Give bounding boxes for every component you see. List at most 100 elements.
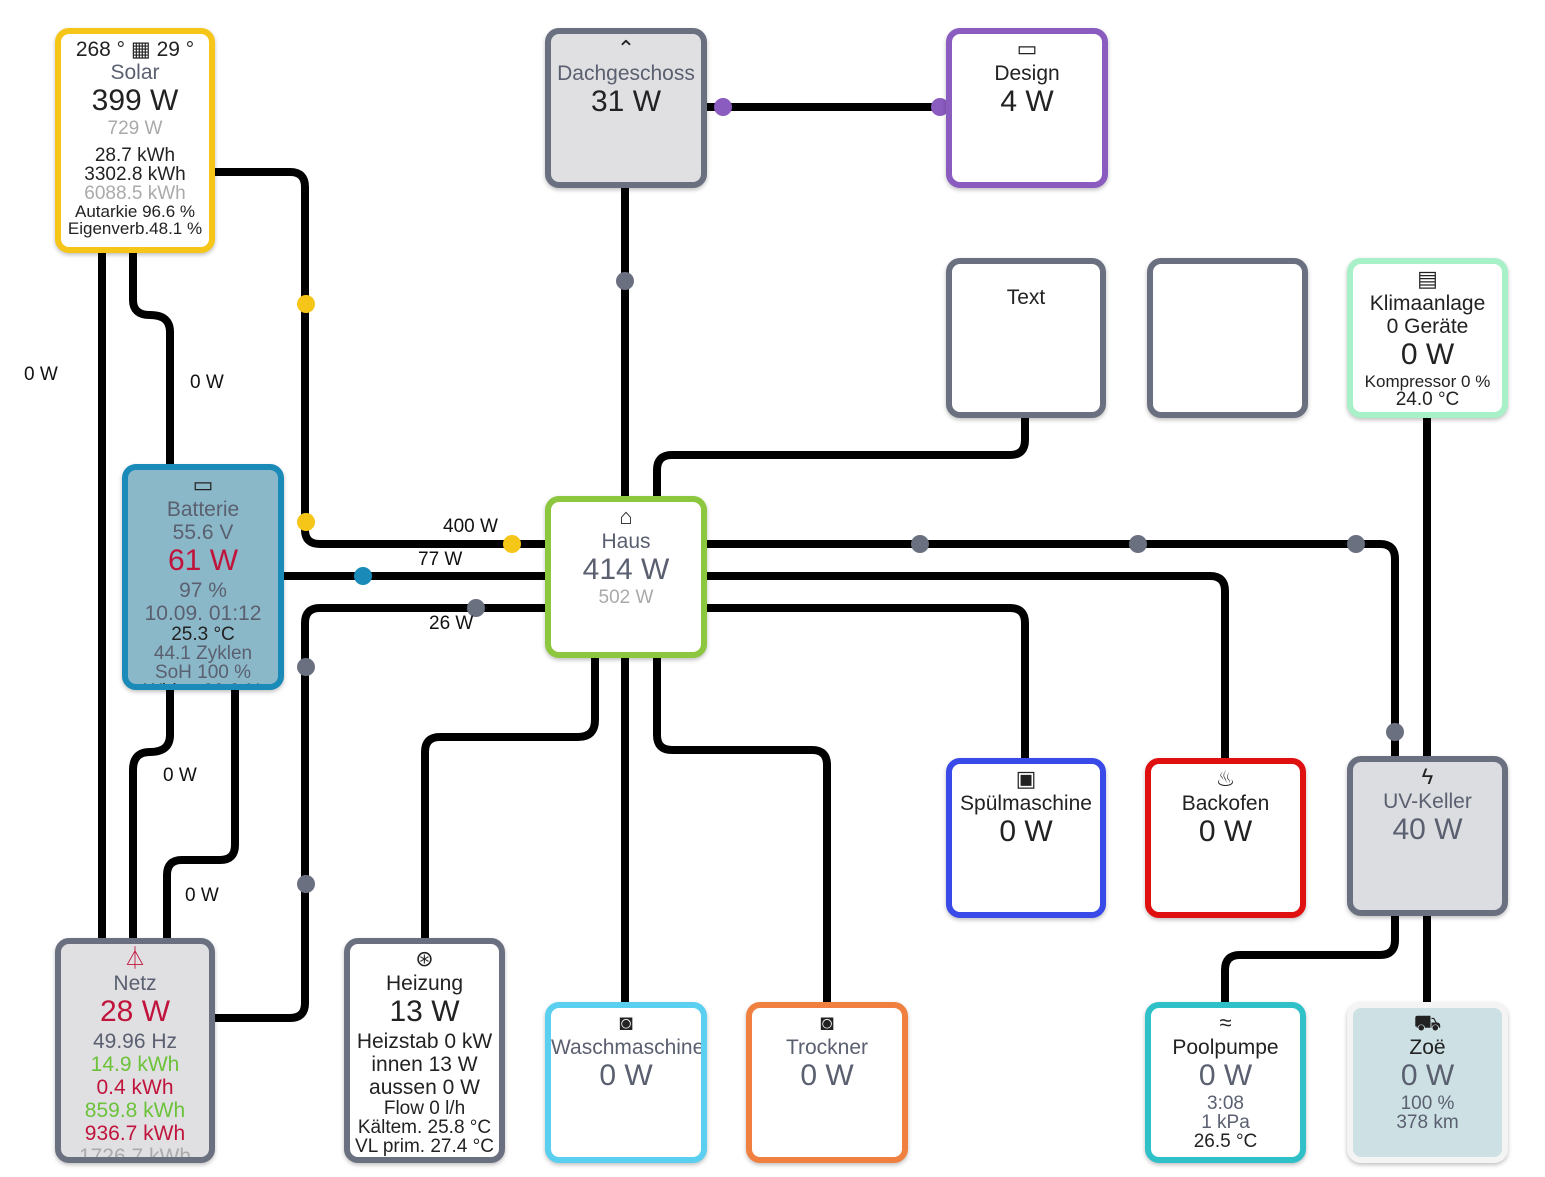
heizung-line: Heizstab 0 kW	[356, 1029, 493, 1053]
batterie-line: 97 %	[179, 578, 227, 602]
solar-line: Eigenverb.48.1 %	[67, 218, 203, 238]
backofen-line: 0 W	[1198, 815, 1253, 849]
flow-dot	[1347, 535, 1365, 553]
line-home-backofen	[707, 572, 1229, 758]
node-haus[interactable]: ⌂ Haus 414 W 502 W	[545, 496, 707, 658]
flow-dot	[503, 535, 521, 553]
flow-dot	[297, 295, 315, 313]
netz-line: 28 W	[99, 995, 171, 1029]
battery-icon: ▭	[192, 472, 214, 497]
node-waschmaschine[interactable]: ◙ Waschmaschine 0 W	[545, 1002, 707, 1163]
solar-line: 268 ° ▦ 29 °	[75, 38, 195, 61]
flow-label-grid-home: 26 W	[429, 613, 474, 634]
poolpumpe-line: 1 kPa	[1201, 1111, 1250, 1133]
haus-line: 502 W	[598, 586, 654, 608]
node-design[interactable]: ▭ Design 4 W	[946, 28, 1108, 188]
node-spuelmaschine[interactable]: ▣ Spülmaschine 0 W	[946, 758, 1106, 918]
line-home-spuel	[707, 604, 1029, 758]
solar-line: Autarkie 96.6 %	[74, 201, 195, 221]
batterie-line: SoH 100 %	[154, 661, 252, 683]
flow-dot	[911, 535, 929, 553]
node-solar[interactable]: 268 ° ▦ 29 ° Solar 399 W 729 W 28.7 kWh 3302.…	[55, 28, 215, 253]
monitor-icon: ▭	[1016, 36, 1038, 61]
flow-dot	[297, 658, 315, 676]
design-line: Design	[994, 62, 1060, 85]
batterie-line: 55.6 V	[172, 521, 234, 545]
klimaanlage-line: Klimaanlage	[1369, 292, 1486, 315]
node-heizung[interactable]: ⊛ Heizung 13 W Heizstab 0 kW innen 13 Wausse…	[344, 938, 505, 1163]
flow-dot	[354, 567, 372, 585]
node-zoe[interactable]: ⛟ Zoë 0 W 100 % 378 km	[1347, 1002, 1508, 1163]
transmission-tower-icon: ⏃	[123, 946, 146, 971]
node-uvkeller[interactable]: ϟ UV-Keller 40 W	[1347, 756, 1508, 916]
spuelmaschine-line: 0 W	[999, 815, 1053, 849]
node-backofen[interactable]: ♨ Backofen 0 W	[1145, 758, 1306, 918]
backofen-line: Backofen	[1181, 792, 1270, 815]
batterie-line: 44.1 Zyklen	[153, 642, 253, 664]
node-netz[interactable]: ⏃ Netz 28 W 49.96 Hz 14.9 kWh 0.4 kWh 859.8 kW…	[55, 938, 215, 1163]
text-line: Text	[1006, 286, 1046, 309]
netz-line: 14.9 kWh	[90, 1052, 180, 1076]
flow-label-battery-home: 77 W	[418, 549, 463, 570]
solar-line: 399 W	[91, 84, 179, 118]
klimaanlage-line: Kompressor 0 %	[1364, 371, 1491, 391]
zoe-line: 0 W	[1400, 1059, 1455, 1093]
node-blank[interactable]	[1147, 258, 1308, 418]
flow-label-solar-grid: 0 W	[24, 364, 58, 385]
flow-dot	[1129, 535, 1147, 553]
uvkeller-line: UV-Keller	[1383, 790, 1472, 813]
washing-machine-icon: ◙	[619, 1010, 633, 1035]
flow-dot	[616, 272, 634, 290]
batterie-line: Batterie	[166, 498, 240, 521]
klimaanlage-line: 24.0 °C	[1395, 388, 1460, 410]
node-klimaanlage[interactable]: ▤ Klimaanlage 0 Geräte 0 W Kompressor 0 % 24.…	[1347, 258, 1508, 418]
node-text[interactable]: Text	[946, 258, 1106, 418]
netz-line: 859.8 kWh	[84, 1098, 186, 1122]
node-batterie[interactable]: ▭ Batterie 55.6 V 61 W 97 % 10.09. 01:12 25.3 …	[122, 464, 284, 690]
batterie-line: 61 W	[167, 544, 239, 578]
flow-dot	[297, 513, 315, 531]
heizung-line: VL FBH 27.1 °C	[350, 1156, 499, 1157]
solar-line: 28.7 kWh	[94, 144, 176, 166]
solar-line: Solar	[110, 61, 160, 85]
flow-dot	[1386, 723, 1404, 741]
netz-line: 1726.7 kWh	[78, 1145, 192, 1163]
dachgeschoss-line: Dachgeschoss	[557, 62, 695, 85]
netz-line: Netz	[113, 972, 157, 995]
poolpumpe-line: Poolpumpe	[1172, 1036, 1279, 1059]
dishwasher-icon: ▣	[1015, 766, 1037, 791]
heizung-line: Heizung	[385, 972, 464, 995]
design-line: 4 W	[1000, 85, 1054, 119]
heizung-line: VL prim. 27.4 °C	[355, 1135, 494, 1157]
heizung-line: 13 W	[389, 995, 460, 1029]
line-uv-pool	[1221, 916, 1399, 1002]
klimaanlage-line: 0 Geräte	[1386, 315, 1469, 339]
flow-dot	[297, 875, 315, 893]
haus-line: Haus	[601, 530, 651, 553]
node-poolpumpe[interactable]: ≈ Poolpumpe 0 W 3:08 1 kPa 26.5 °C	[1145, 1002, 1306, 1163]
flow-label-solar-home: 400 W	[443, 516, 498, 537]
node-trockner[interactable]: ◙ Trockner 0 W	[746, 1002, 908, 1163]
netz-line: 936.7 kWh	[84, 1121, 186, 1145]
solar-line: 6088.5 kWh	[84, 182, 186, 204]
line-home-trockner	[653, 658, 831, 1002]
poolpumpe-line: 0 W	[1198, 1059, 1253, 1093]
swimmer-icon: ≈	[1219, 1010, 1232, 1035]
air-conditioner-icon: ▤	[1417, 266, 1438, 291]
heizung-line: Flow 0 l/h	[383, 1097, 466, 1119]
heizung-line: innen 13 W	[371, 1052, 478, 1076]
zoe-line: 378 km	[1396, 1111, 1459, 1133]
tumble-dryer-icon: ◙	[820, 1010, 834, 1035]
line-home-heizung	[421, 658, 599, 938]
poolpumpe-line: 3:08	[1207, 1092, 1244, 1114]
solar-line: 3302.8 kWh	[84, 163, 186, 185]
flow-dot	[714, 98, 732, 116]
node-dachgeschoss[interactable]: ⌃ Dachgeschoss 31 W	[545, 28, 707, 188]
heizung-line: Kältem. 25.8 °C	[357, 1116, 492, 1138]
zoe-line: 100 %	[1400, 1092, 1455, 1114]
batterie-line: 25.3 °C	[171, 623, 235, 645]
line-text-home	[653, 418, 1029, 496]
oven-icon: ♨	[1215, 766, 1236, 791]
zoe-line: Zoë	[1409, 1036, 1446, 1059]
dachgeschoss-line: 31 W	[590, 85, 662, 119]
